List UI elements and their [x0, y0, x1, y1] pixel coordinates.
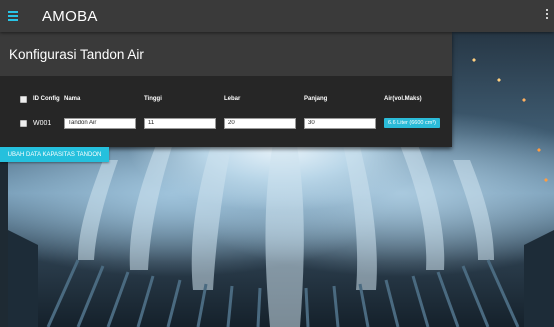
app-bar: AMOBA — [0, 0, 554, 32]
card-title: Konfigurasi Tandon Air — [9, 46, 144, 62]
update-tank-capacity-button[interactable]: UBAH DATA KAPASITAS TANDON — [0, 147, 109, 162]
hamburger-menu-icon[interactable] — [8, 7, 26, 25]
table-header-row: ID Config Nama Tinggi Lebar Panjang Air(… — [0, 92, 452, 106]
lebar-input[interactable] — [224, 117, 296, 129]
nama-input[interactable] — [64, 117, 136, 129]
card-header: Konfigurasi Tandon Air — [0, 32, 452, 76]
column-header-panjang: Panjang — [304, 96, 328, 102]
column-header-volume: Air(vol.Maks) — [384, 96, 422, 102]
column-header-lebar: Lebar — [224, 96, 241, 102]
column-header-id: ID Config — [33, 96, 60, 102]
max-volume-badge: 6.6 Liter (6600 cm³) — [384, 118, 440, 128]
column-header-nama: Nama — [64, 96, 81, 102]
row-id: W001 — [33, 119, 52, 127]
table-row: W001 6.6 Liter (6600 cm³) — [0, 116, 452, 130]
tinggi-input[interactable] — [144, 117, 216, 129]
panjang-input[interactable] — [304, 117, 376, 129]
select-all-checkbox[interactable] — [20, 92, 27, 106]
more-vert-icon[interactable] — [546, 9, 550, 19]
column-header-tinggi: Tinggi — [144, 96, 162, 102]
row-checkbox[interactable] — [20, 116, 27, 130]
app-title: AMOBA — [42, 7, 98, 25]
tank-config-card: Konfigurasi Tandon Air ID Config Nama Ti… — [0, 32, 452, 147]
